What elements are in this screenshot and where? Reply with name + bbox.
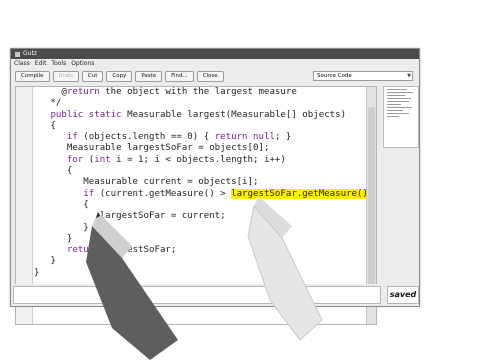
code-line[interactable]: { xyxy=(34,166,373,177)
code-line[interactable]: if (current.getMeasure() > largestSoFar.… xyxy=(34,188,373,200)
chevron-down-icon: ▼ xyxy=(407,73,411,79)
toolbar: Compile Undo Cut Copy Paste Find... Clos… xyxy=(11,69,419,83)
code-line[interactable]: largestSoFar = current; xyxy=(34,211,373,222)
code-line[interactable]: if (objects.length == 0) { return null; … xyxy=(34,132,373,143)
paste-button[interactable]: Paste xyxy=(135,70,163,82)
code-line[interactable]: { xyxy=(34,121,373,132)
code-line[interactable]: } xyxy=(34,234,373,245)
code-line[interactable]: } xyxy=(34,256,373,267)
minimap-line xyxy=(387,107,412,108)
saved-indicator: saved xyxy=(387,286,419,304)
code-line[interactable]: Measurable current = objects[i]; xyxy=(34,177,373,188)
code-line[interactable]: public static Measurable largest(Measura… xyxy=(34,110,373,121)
minimap-line xyxy=(387,89,407,90)
code-area[interactable]: @return the object with the largest meas… xyxy=(34,87,373,279)
minimap-line xyxy=(387,92,413,93)
title-bar: Gutz xyxy=(11,49,419,59)
minimap-line xyxy=(387,104,401,105)
menu-bar: Class Edit Tools Options xyxy=(11,59,419,69)
view-select-value: Source Code xyxy=(317,73,352,79)
code-line[interactable]: Measurable largestSoFar = objects[0]; xyxy=(34,143,373,154)
close-button[interactable]: Close xyxy=(196,70,224,82)
code-minimap[interactable] xyxy=(383,86,419,148)
bluej-editor-window: Gutz Class Edit Tools Options Compile Un… xyxy=(10,48,420,325)
video-top-area xyxy=(0,0,480,52)
code-line[interactable]: { xyxy=(34,200,373,211)
code-line[interactable]: */ xyxy=(34,98,373,109)
code-line[interactable]: } xyxy=(34,223,373,234)
code-line[interactable]: return largestSoFar; xyxy=(34,245,373,256)
status-bar: saved xyxy=(10,284,420,307)
message-area xyxy=(13,286,381,304)
menu-options[interactable]: Options xyxy=(71,59,94,69)
minimap-line xyxy=(387,101,409,102)
menu-tools[interactable]: Tools xyxy=(51,59,66,69)
window-title: Gutz xyxy=(23,50,37,57)
highlighted-text: largestSoFar.getMeasure() xyxy=(231,188,368,199)
code-line[interactable]: @return the object with the largest meas… xyxy=(34,87,373,98)
code-line[interactable]: } xyxy=(34,268,373,279)
menu-class[interactable]: Class xyxy=(14,59,30,69)
minimap-line xyxy=(387,95,405,96)
cut-button[interactable]: Cut xyxy=(81,70,104,82)
menu-edit[interactable]: Edit xyxy=(35,59,47,69)
minimap-line xyxy=(387,98,411,99)
compile-button[interactable]: Compile xyxy=(15,70,50,82)
code-line[interactable]: for (int i = 1; i < objects.length; i++) xyxy=(34,155,373,166)
app-icon xyxy=(15,51,20,57)
minimap-line xyxy=(387,113,409,114)
minimap-line xyxy=(387,116,399,117)
undo-button[interactable]: Undo xyxy=(52,70,79,82)
scrollbar-thumb[interactable] xyxy=(368,107,375,287)
minimap-line xyxy=(387,110,403,111)
find-button[interactable]: Find... xyxy=(165,70,194,82)
view-select[interactable]: Source Code ▼ xyxy=(313,71,413,81)
copy-button[interactable]: Copy xyxy=(106,70,133,82)
